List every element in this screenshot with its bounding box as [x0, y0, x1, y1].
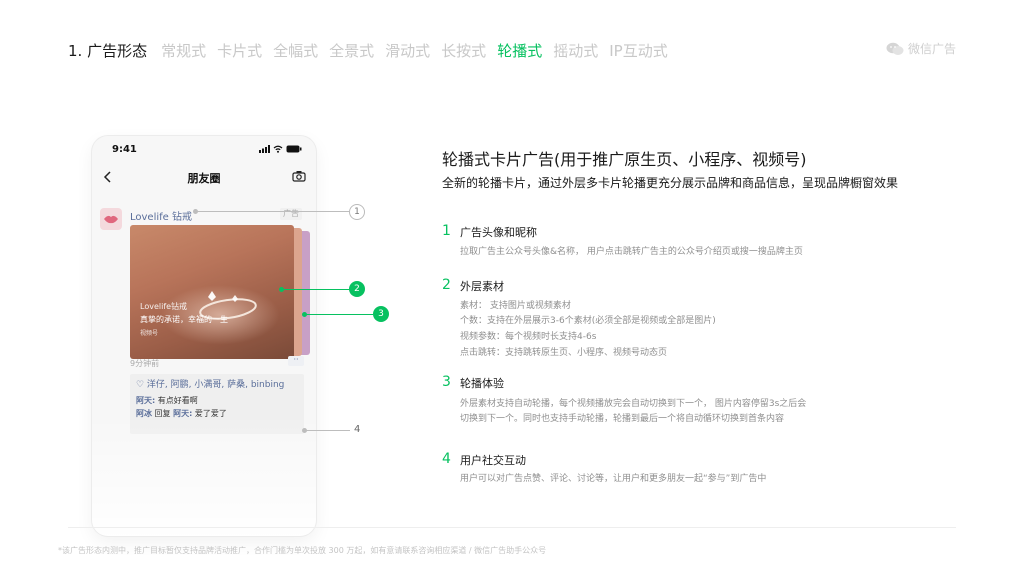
- comment-author[interactable]: 阿冰: [136, 409, 152, 418]
- callout-1-line: [197, 211, 349, 212]
- feature-title: 广告头像和昵称: [460, 226, 537, 239]
- phone-mockup: 9:41 朋友圈 Lovelife 钻戒 广告 Lovelife钻戒 真挚的承诺…: [92, 136, 316, 536]
- card-channel-label: 视频号: [140, 330, 159, 337]
- callout-1-badge: 1: [349, 204, 365, 220]
- feature-title: 外层素材: [460, 280, 504, 293]
- tab-long-press[interactable]: 长按式: [441, 40, 486, 61]
- tab-ip-interactive[interactable]: IP互动式: [609, 40, 667, 61]
- feature-number: 2: [442, 277, 451, 293]
- card-brand-text: Lovelife钻戒: [140, 302, 188, 311]
- wifi-icon: [273, 145, 283, 153]
- advertiser-avatar[interactable]: [100, 208, 122, 230]
- moments-header: 朋友圈: [92, 166, 316, 188]
- feature-number: 1: [442, 223, 451, 239]
- feature-desc: 点击跳转：支持跳转原生页、小程序、视频号动态页: [460, 348, 668, 358]
- reply-word: 回复: [152, 409, 174, 418]
- format-subtitle: 全新的轮播卡片，通过外层多卡片轮播更充分展示品牌和商品信息，呈现品牌橱窗效果: [442, 176, 899, 190]
- brand-label: 微信广告: [907, 42, 956, 56]
- comment-author[interactable]: 阿天:: [136, 396, 155, 405]
- comment-row[interactable]: 阿天: 有点好看啊: [136, 395, 298, 406]
- tab-card[interactable]: 卡片式: [217, 40, 262, 61]
- feature-number: 4: [442, 451, 451, 467]
- reply-target[interactable]: 阿天:: [173, 409, 192, 418]
- comment-row[interactable]: 阿冰 回复 阿天: 爱了爱了: [136, 408, 298, 419]
- carousel-card-stack[interactable]: Lovelife钻戒 真挚的承诺，幸福的一生 视频号: [130, 225, 312, 359]
- moments-title: 朋友圈: [187, 172, 221, 185]
- feature-desc: 切换到下一个。同时也支持手动轮播，轮播到最后一个将自动循环切换到首条内容: [460, 414, 785, 424]
- tab-panorama[interactable]: 全景式: [329, 40, 374, 61]
- ad-tag[interactable]: 广告: [280, 208, 302, 220]
- comment-text: 有点好看啊: [155, 396, 198, 405]
- status-bar: 9:41: [92, 144, 316, 158]
- feature-title: 用户社交互动: [460, 454, 526, 467]
- more-options-button[interactable]: ··: [288, 356, 304, 366]
- feature-desc: 拉取广告主公众号头像&名称， 用户点击跳转广告主的公众号介绍页或搜一搜品牌主页: [460, 247, 803, 257]
- camera-icon[interactable]: [292, 170, 306, 182]
- tab-fullwidth[interactable]: 全幅式: [273, 40, 318, 61]
- footnote: *该广告形态内测中，推广目标暂仅支持品牌活动推广，合作门槛为单次投放 300 万…: [58, 546, 547, 555]
- social-interaction-box: ♡ 洋仔, 阿鹏, 小满哥, 萨桑, binbing 阿天: 有点好看啊 阿冰 …: [130, 374, 304, 434]
- feature-desc: 素材： 支持图片或视频素材: [460, 301, 571, 311]
- battery-icon: [286, 145, 302, 153]
- likes-list[interactable]: ♡ 洋仔, 阿鹏, 小满哥, 萨桑, binbing: [136, 378, 298, 393]
- callout-3-line: [306, 314, 373, 315]
- callout-3-badge: 3: [373, 306, 389, 322]
- status-icons: [259, 145, 302, 153]
- callout-2-line: [283, 289, 349, 290]
- feature-desc: 个数：支持在外层展示3-6个素材(必须全部是视频或全部是图片): [460, 316, 716, 326]
- footer-divider: [68, 527, 956, 528]
- phone-fade-overlay: [92, 416, 316, 536]
- section-title: 1. 广告形态: [68, 41, 148, 60]
- feature-desc: 外层素材支持自动轮播，每个视频播放完会自动切换到下一个， 图片内容停留3s之后会: [460, 399, 807, 409]
- post-time: 9分钟前: [130, 359, 160, 368]
- feature-number: 3: [442, 374, 451, 390]
- advertiser-nickname[interactable]: Lovelife 钻戒: [130, 208, 192, 223]
- comment-text: 爱了爱了: [192, 409, 227, 418]
- status-time: 9:41: [112, 144, 137, 155]
- tab-carousel[interactable]: 轮播式: [497, 40, 542, 61]
- feature-title: 轮播体验: [460, 377, 504, 390]
- callout-4-badge: 4: [354, 424, 361, 435]
- wechat-icon: [886, 42, 904, 55]
- format-title: 轮播式卡片广告(用于推广原生页、小程序、视频号): [442, 150, 807, 169]
- callout-4-line: [306, 430, 350, 431]
- carousel-card-1[interactable]: Lovelife钻戒 真挚的承诺，幸福的一生 视频号: [130, 225, 294, 359]
- feature-desc: 视频参数：每个视频时长支持4-6s: [460, 332, 597, 342]
- signal-icon: [259, 145, 270, 153]
- tab-regular[interactable]: 常规式: [161, 40, 206, 61]
- card-slogan: 真挚的承诺，幸福的一生: [140, 315, 228, 324]
- feature-desc: 用户可以对广告点赞、评论、讨论等，让用户和更多朋友一起“参与”到广告中: [460, 474, 767, 484]
- tab-swipe[interactable]: 滑动式: [385, 40, 430, 61]
- callout-2-badge: 2: [349, 281, 365, 297]
- wechat-ads-logo: 微信广告: [886, 40, 956, 57]
- ad-format-nav: 1. 广告形态 常规式 卡片式 全幅式 全景式 滑动式 长按式 轮播式 摇动式 …: [68, 38, 679, 62]
- lips-logo-icon: [104, 215, 118, 224]
- tab-shake[interactable]: 摇动式: [553, 40, 598, 61]
